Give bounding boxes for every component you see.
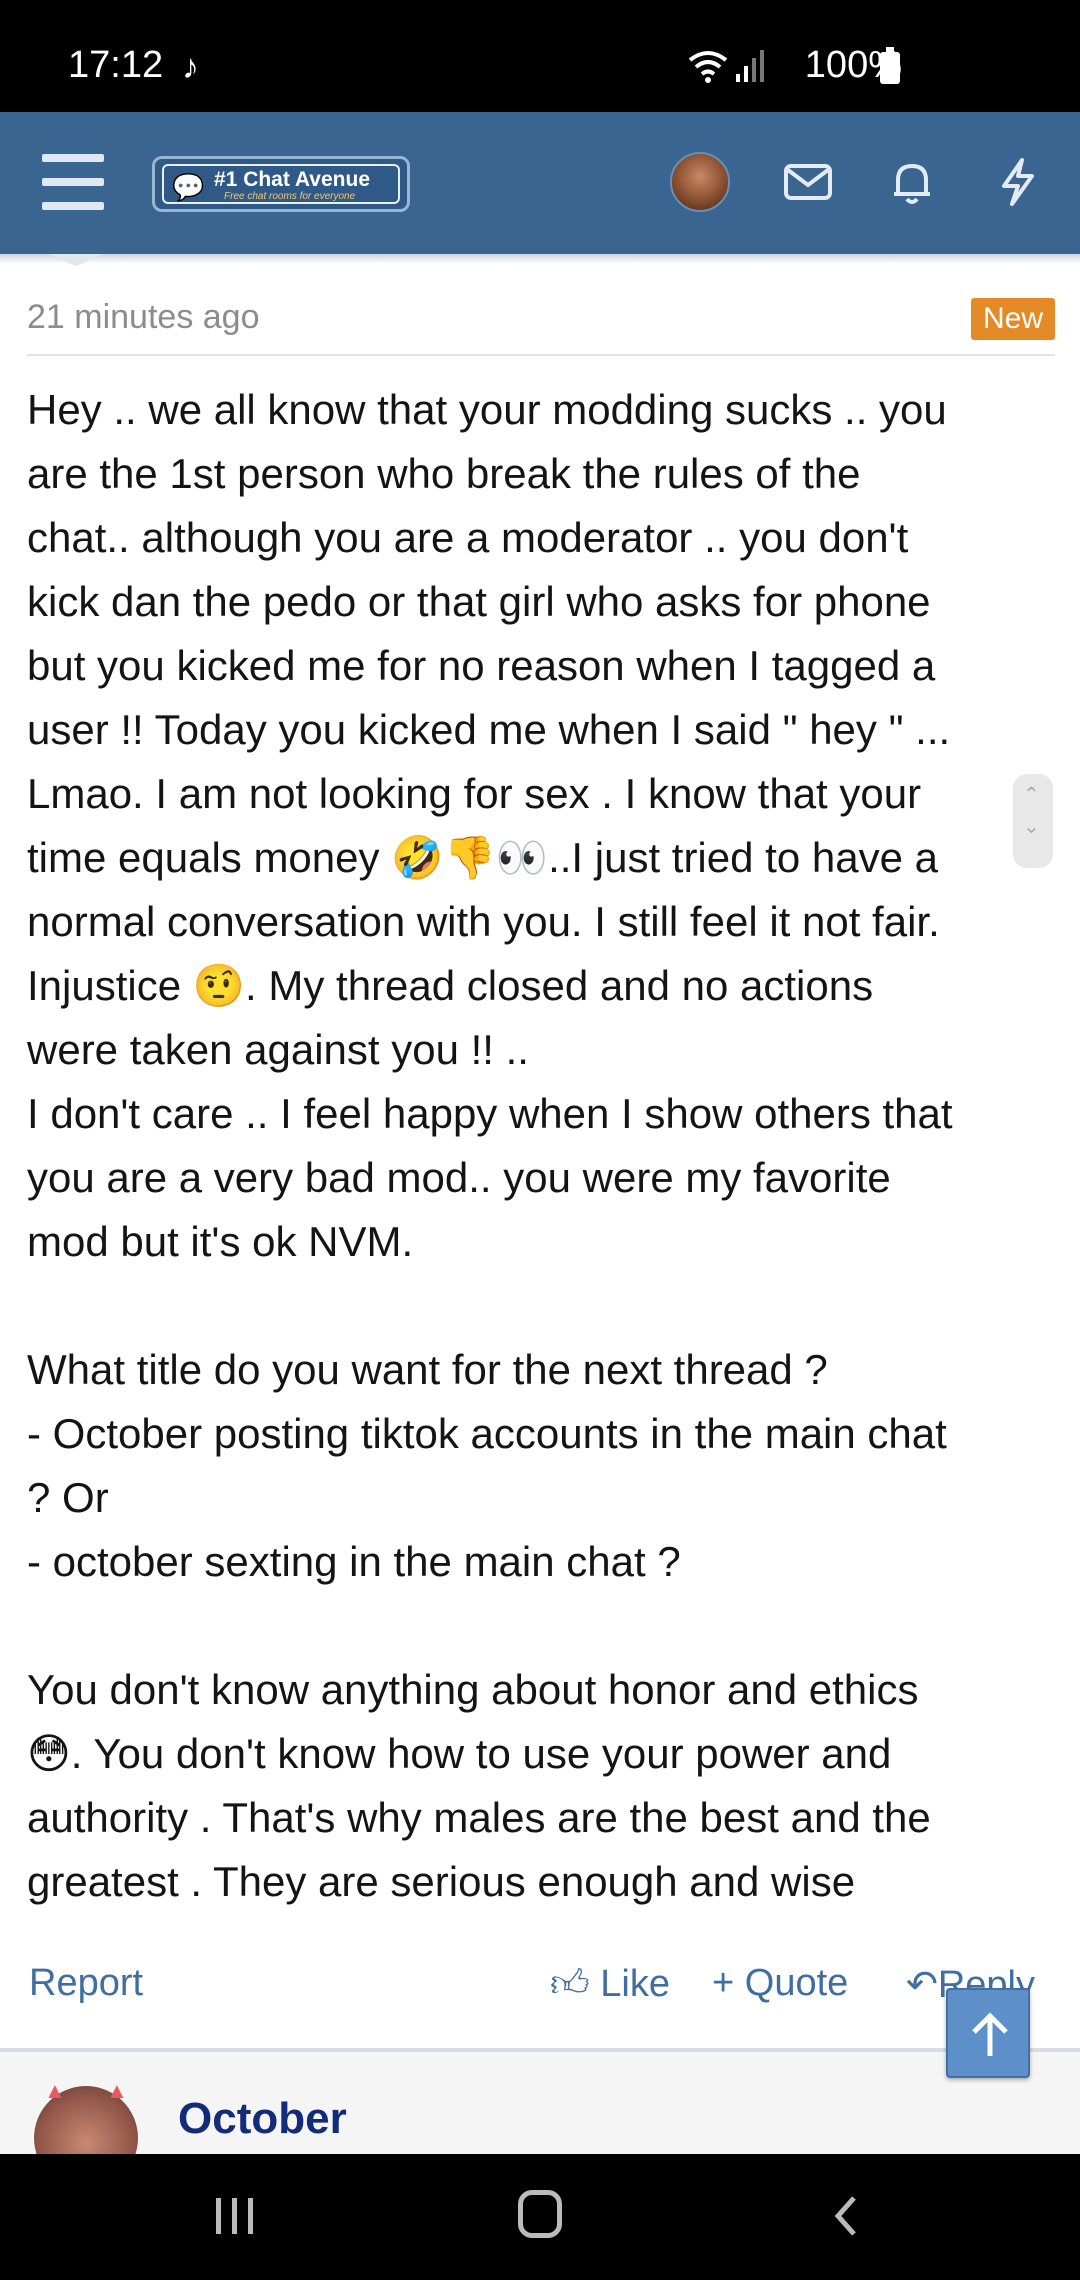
bell-icon[interactable] <box>884 154 940 210</box>
laughing-thumbsdown-eyes-emoji: 🤣👎👀 <box>391 833 549 882</box>
logo-title: #1 Chat Avenue <box>214 168 370 191</box>
header-shadow <box>0 254 1080 264</box>
header-notch <box>48 254 104 266</box>
post-line: ? Or <box>27 1474 109 1521</box>
post-line: time equals money 🤣👎👀..I just tried to h… <box>27 826 1057 890</box>
post-line: greatest . They are serious enough and w… <box>27 1858 856 1905</box>
devil-horn-icon: ▲ <box>44 2078 66 2103</box>
battery-icon <box>880 47 900 84</box>
post-line: 😳. You don't know how to use your power … <box>27 1722 1057 1786</box>
post-line: but you kicked me for no reason when I t… <box>27 642 936 689</box>
post-line: - october sexting in the main chat ? <box>27 1538 681 1585</box>
thumbs-up-icon: 👍︎ <box>550 1963 590 2005</box>
quote-button[interactable]: + Quote <box>712 1962 848 2005</box>
status-bar: 17:12 ♪ 100% <box>0 0 1080 112</box>
post-text: . You don't know how to use your power a… <box>70 1730 892 1777</box>
next-post-preview: ▲ ▲ October <box>0 2052 1080 2190</box>
logo-subtitle: Free chat rooms for everyone <box>224 191 356 202</box>
post-line: Injustice 🤨. My thread closed and no act… <box>27 954 1057 1018</box>
status-time: 17:12 <box>68 44 164 86</box>
new-badge: New <box>970 298 1055 340</box>
post-line: You don't know anything about honor and … <box>27 1666 919 1713</box>
post-line: Lmao. I am not looking for sex . I know … <box>27 770 922 817</box>
menu-icon[interactable] <box>42 152 104 212</box>
back-icon[interactable] <box>826 2192 866 2240</box>
like-label: Like <box>600 1963 670 2005</box>
post-line: user !! Today you kicked me when I said … <box>27 706 951 753</box>
post-line: authority . That's why males are the bes… <box>27 1794 931 1841</box>
post-line: kick dan the pedo or that girl who asks … <box>27 578 931 625</box>
post-container: 21 minutes ago New Hey .. we all know th… <box>0 254 1080 2254</box>
scroll-to-top-button[interactable] <box>946 1988 1030 2078</box>
signal-icon <box>736 50 764 82</box>
post-line: you are a very bad mod.. you were my fav… <box>27 1154 891 1201</box>
quote-label: Quote <box>744 1962 849 2004</box>
scroll-handle[interactable]: ⌃ ⌄ <box>1013 774 1053 868</box>
post-line <box>27 1594 1057 1658</box>
site-logo[interactable]: 💬 #1 Chat Avenue Free chat rooms for eve… <box>152 156 410 212</box>
devil-horn-icon: ▲ <box>106 2078 128 2103</box>
raised-eyebrow-emoji: 🤨 <box>192 961 246 1010</box>
reply-icon: ↶ <box>906 1964 938 2006</box>
report-link[interactable]: Report <box>29 1962 143 2005</box>
post-line: are the 1st person who break the rules o… <box>27 450 861 497</box>
post-actions: Report 👍︎ Like + Quote ↶Reply <box>0 1954 1080 2034</box>
post-line: I don't care .. I feel happy when I show… <box>27 1090 953 1137</box>
post-text: time equals money <box>27 834 392 881</box>
like-button[interactable]: 👍︎ Like <box>550 1962 670 2007</box>
post-line: were taken against you !! .. <box>27 1026 529 1073</box>
chevron-down-icon: ⌄ <box>1023 816 1040 838</box>
chat-bubble-icon: 💬 <box>172 172 205 202</box>
logo-frame: 💬 #1 Chat Avenue Free chat rooms for eve… <box>162 164 400 204</box>
post-author-name[interactable]: October <box>178 2094 347 2144</box>
wifi-icon <box>688 51 728 83</box>
chevron-up-icon: ⌃ <box>1023 784 1040 806</box>
post-line: Hey .. we all know that your modding suc… <box>27 386 947 433</box>
post-timestamp: 21 minutes ago <box>27 298 260 336</box>
post-line: What title do you want for the next thre… <box>27 1346 828 1393</box>
post-text: ..I just tried to have a <box>548 834 938 881</box>
post-body: Hey .. we all know that your modding suc… <box>27 378 1057 1914</box>
post-line <box>27 1274 1057 1338</box>
home-icon[interactable] <box>518 2190 562 2238</box>
site-header: 💬 #1 Chat Avenue Free chat rooms for eve… <box>0 112 1080 254</box>
avatar[interactable] <box>670 152 730 212</box>
recent-apps-icon[interactable] <box>214 2194 258 2238</box>
flushed-emoji: 😳 <box>27 1729 71 1778</box>
post-text: Injustice <box>27 962 193 1009</box>
arrow-up-icon <box>972 2012 1008 2056</box>
tiktok-icon: ♪ <box>182 48 199 86</box>
plus-icon: + <box>712 1962 735 2004</box>
post-line: chat.. although you are a moderator .. y… <box>27 514 909 561</box>
post-text: . My thread closed and no actions <box>245 962 874 1009</box>
lightning-icon[interactable] <box>990 154 1046 210</box>
mail-icon[interactable] <box>780 154 836 210</box>
system-nav-bar <box>0 2154 1080 2280</box>
post-line: - October posting tiktok accounts in the… <box>27 1410 947 1457</box>
post-line: normal conversation with you. I still fe… <box>27 898 940 945</box>
divider <box>27 354 1055 356</box>
post-line: mod but it's ok NVM. <box>27 1218 414 1265</box>
